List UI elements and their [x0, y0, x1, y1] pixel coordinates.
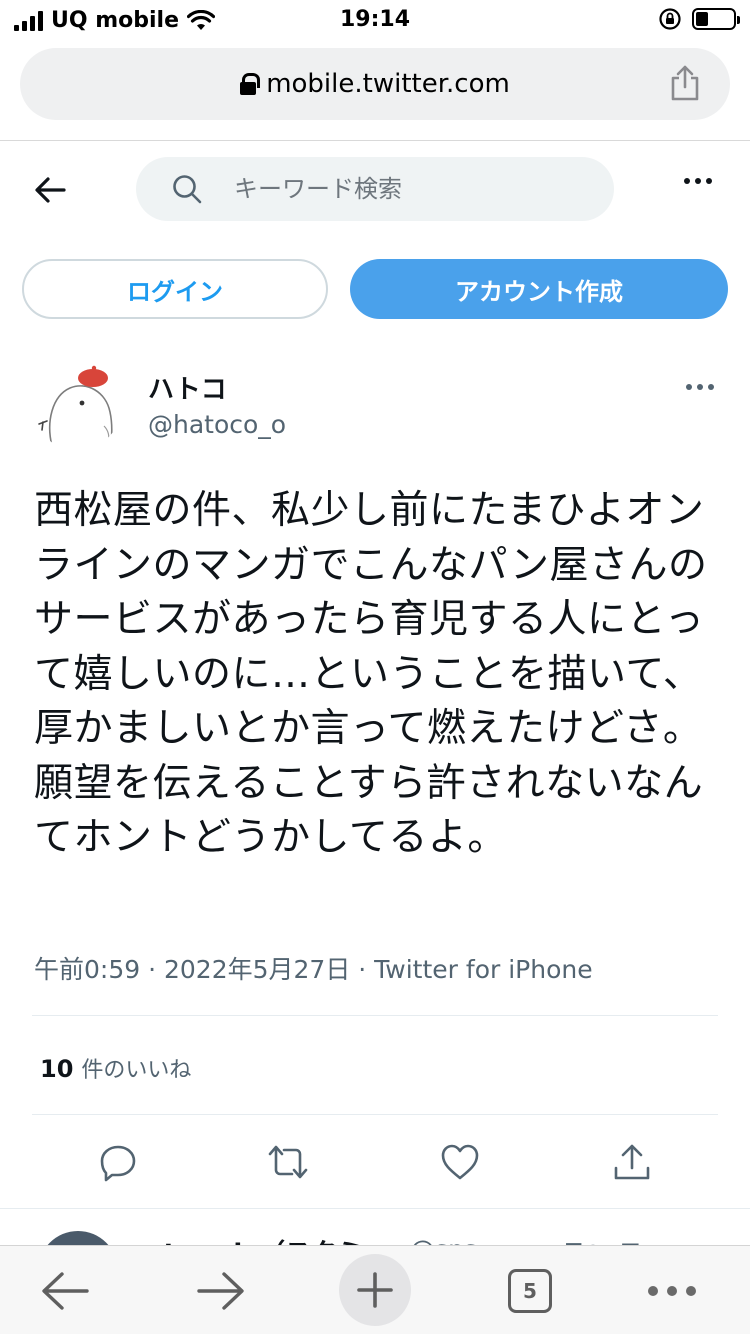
pigeon-beret-avatar	[32, 360, 122, 450]
likes-count[interactable]: 10 件のいいね	[40, 1052, 191, 1084]
search-input[interactable]	[234, 175, 564, 203]
share-tweet-button[interactable]	[610, 1140, 654, 1184]
reply-preview[interactable]: starmix（スタミ @sns 5月27日	[0, 1208, 750, 1248]
more-icon[interactable]	[684, 178, 712, 184]
likes-label: 件のいいね	[81, 1058, 192, 1083]
lock-icon	[240, 73, 261, 95]
signup-button[interactable]: アカウント作成	[350, 259, 728, 319]
share-tweet-icon	[614, 1144, 650, 1180]
new-tab-icon	[357, 1272, 393, 1308]
address-bar[interactable]: mobile.twitter.com	[20, 48, 730, 120]
back-button[interactable]	[30, 170, 70, 210]
clock: 19:14	[339, 7, 411, 32]
search-box[interactable]	[136, 157, 614, 221]
tabs-icon: 5	[508, 1269, 552, 1313]
retweet-icon	[268, 1145, 308, 1179]
divider	[0, 140, 750, 141]
url-text: mobile.twitter.com	[266, 69, 510, 99]
menu-icon	[648, 1286, 696, 1296]
reply-button[interactable]	[96, 1140, 140, 1184]
like-button[interactable]	[438, 1140, 482, 1184]
author-name[interactable]: ハトコ	[148, 369, 227, 406]
tweet-more-icon[interactable]	[686, 384, 714, 390]
browser-forward-icon	[197, 1272, 244, 1310]
browser-back-icon	[42, 1272, 89, 1310]
tabs-button[interactable]: 5	[495, 1256, 565, 1326]
likes-number: 10	[40, 1055, 74, 1083]
reply-icon	[100, 1145, 136, 1182]
tweet-text: 西松屋の件、私少し前にたまひよオンラインのマンガでこんなパン屋さんのサービスがあ…	[34, 488, 708, 860]
like-icon	[441, 1144, 479, 1180]
menu-button[interactable]	[637, 1256, 707, 1326]
status-bar: UQ mobile 19:14	[0, 0, 750, 40]
avatar[interactable]	[32, 360, 122, 450]
browser-toolbar: 5	[0, 1245, 750, 1334]
login-button[interactable]: ログイン	[22, 259, 328, 319]
retweet-button[interactable]	[266, 1140, 310, 1184]
browser-back-button[interactable]	[30, 1256, 100, 1326]
new-tab-button[interactable]	[339, 1254, 411, 1326]
divider	[32, 1114, 718, 1115]
search-icon	[173, 175, 202, 204]
divider	[32, 1015, 718, 1016]
author-handle[interactable]: @hatoco_o	[148, 410, 286, 439]
tweet-meta[interactable]: 午前0:59 · 2022年5月27日 · Twitter for iPhone	[34, 950, 593, 986]
back-arrow-icon	[35, 177, 66, 203]
share-icon[interactable]	[668, 64, 702, 102]
browser-forward-button[interactable]	[186, 1256, 256, 1326]
rotation-lock-icon	[659, 8, 681, 30]
battery-icon	[692, 8, 740, 30]
